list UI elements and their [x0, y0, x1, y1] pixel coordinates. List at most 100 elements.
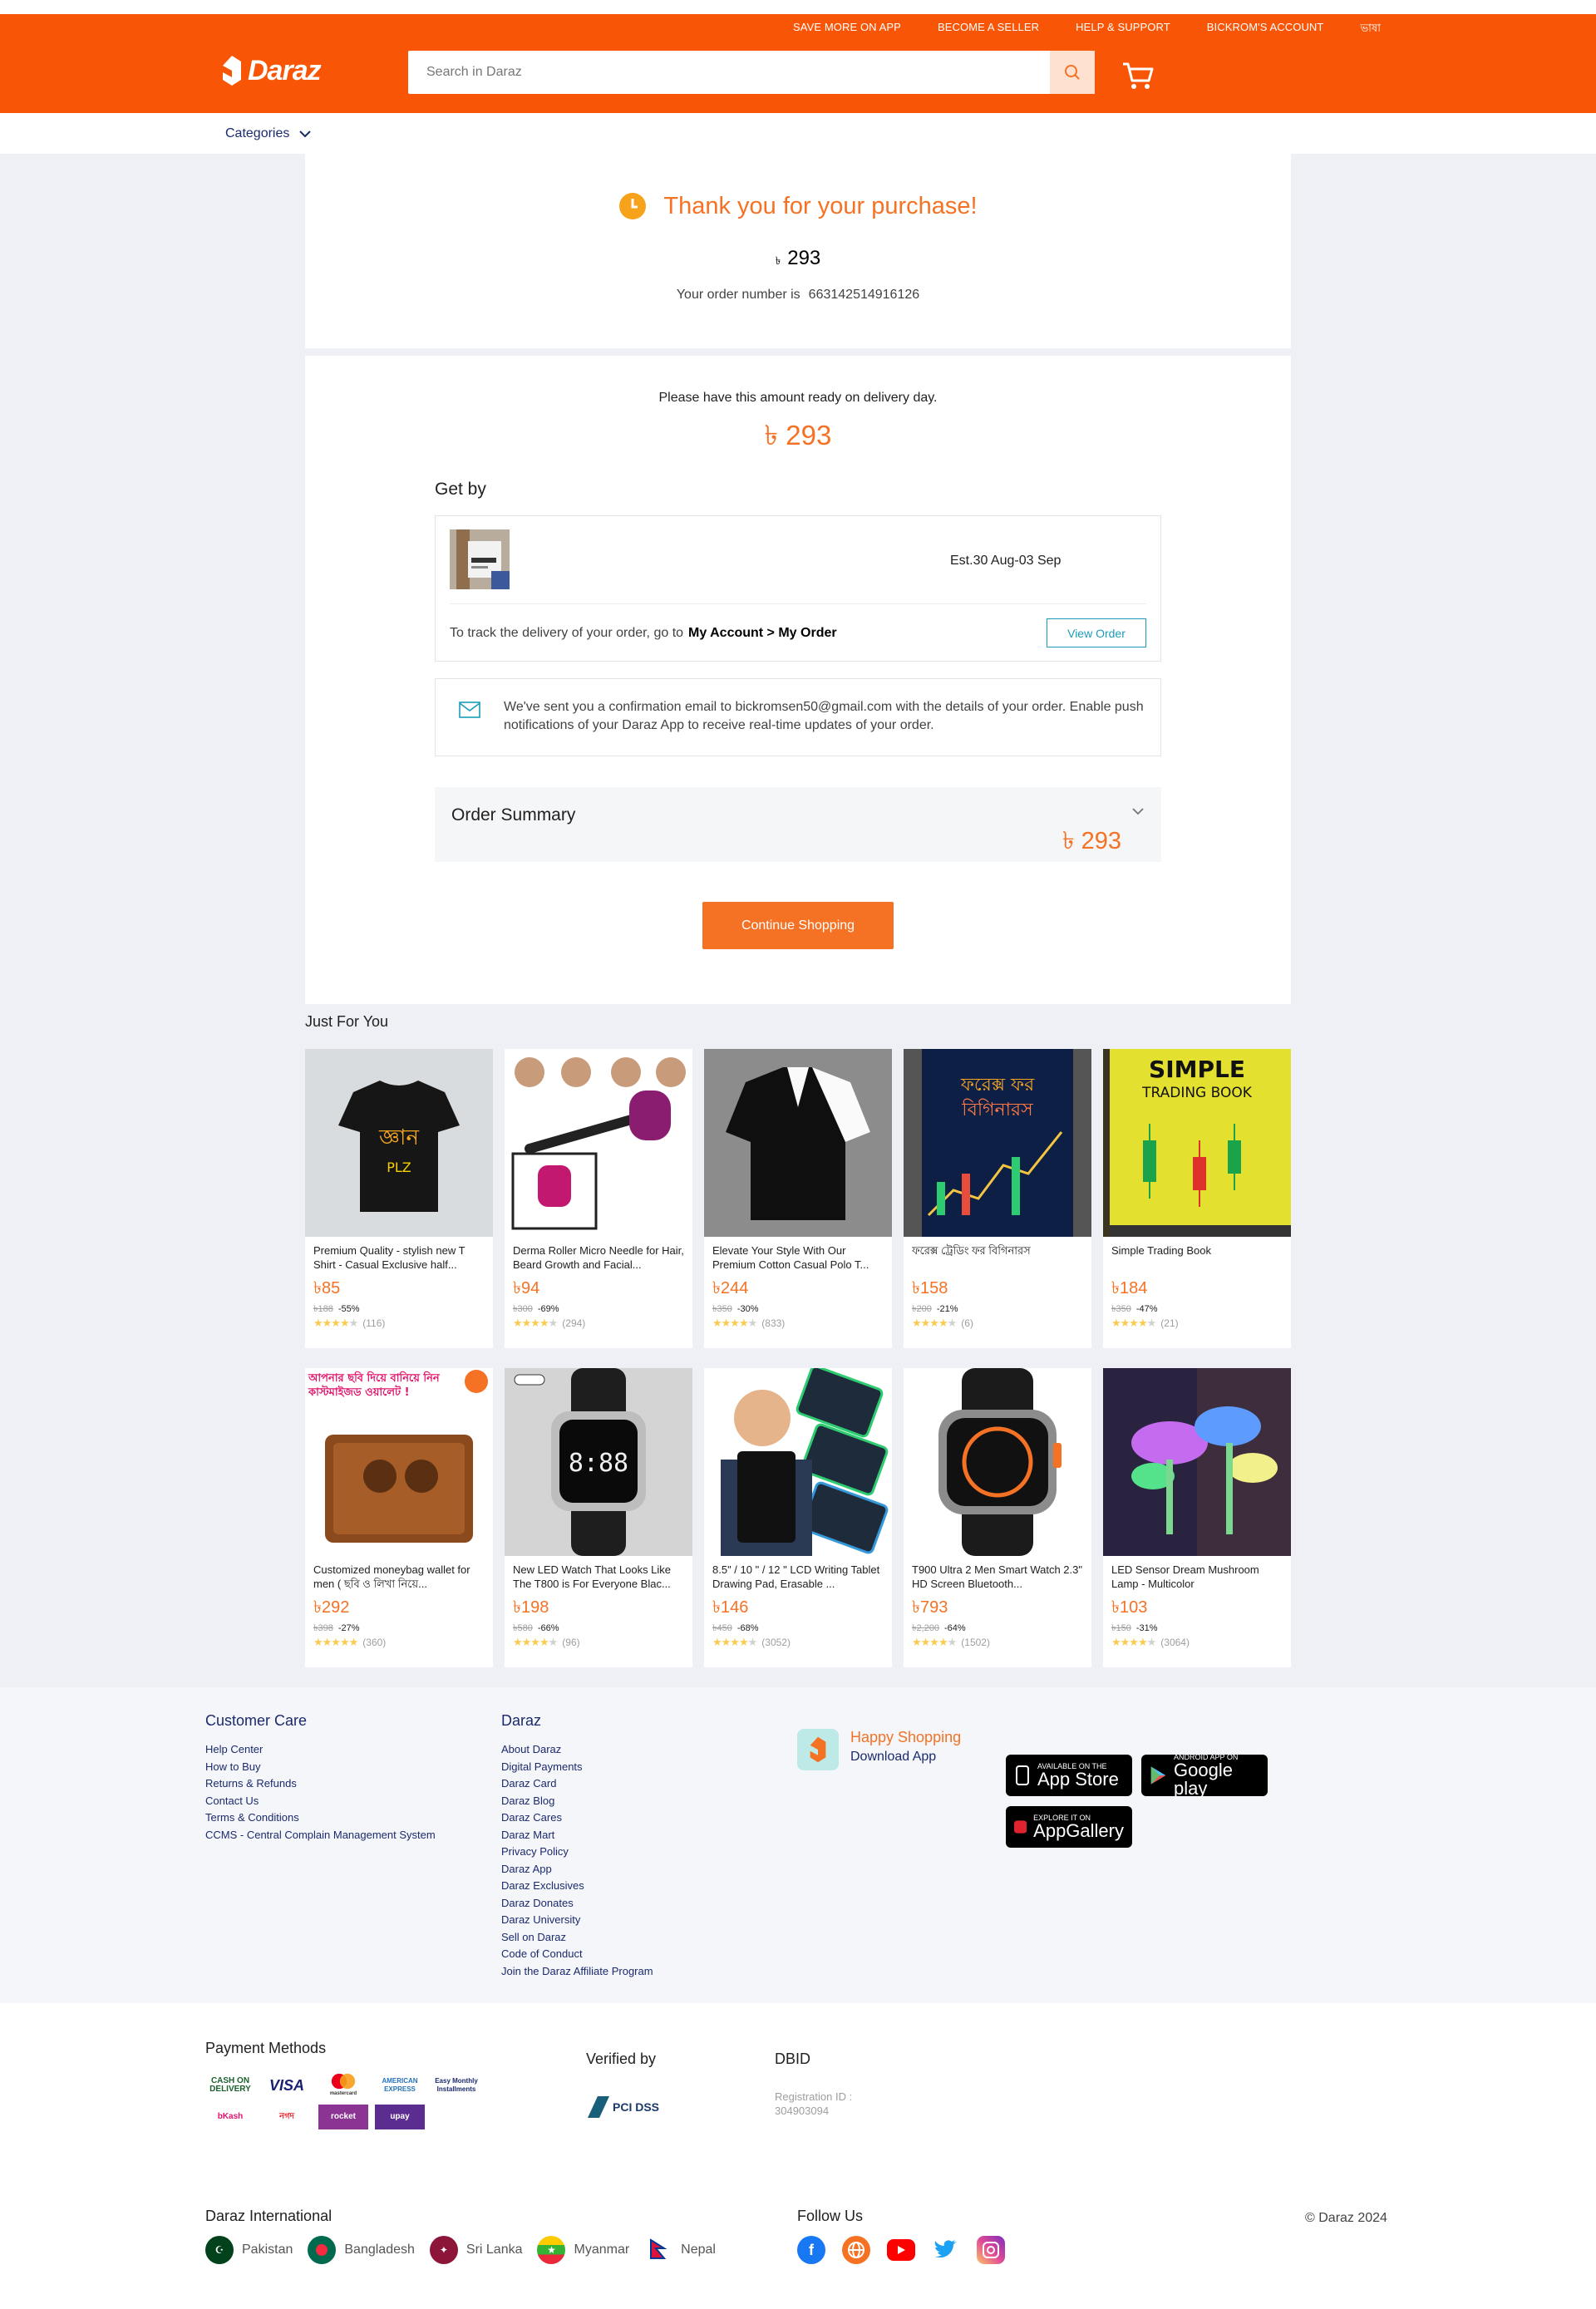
footer-link[interactable]: Privacy Policy — [501, 1844, 653, 1861]
wallet-banner-text: আপনার ছবি দিয়ে বানিয়ে নিন কাস্টমাইজড ও… — [308, 1372, 440, 1399]
categories-dropdown[interactable]: Categories — [225, 126, 312, 141]
product-image[interactable] — [505, 1049, 692, 1237]
footer-link[interactable]: Returns & Refunds — [205, 1775, 436, 1793]
product-card[interactable]: SIMPLE TRADING BOOK Simple Trading Book ৳… — [1103, 1049, 1291, 1348]
get-by-label: Get by — [435, 480, 486, 499]
customer-care-title: Customer Care — [205, 1712, 308, 1729]
product-card[interactable]: LED Sensor Dream Mushroom Lamp - Multico… — [1103, 1368, 1291, 1667]
product-name[interactable]: T900 Ultra 2 Men Smart Watch 2.3" HD Scr… — [912, 1563, 1083, 1591]
account-link[interactable]: BICKROM'S ACCOUNT — [1207, 21, 1324, 38]
footer-link[interactable]: Join the Daraz Affiliate Program — [501, 1963, 653, 1981]
product-card[interactable]: ফরেক্স ফর বিগিনারস ফরেক্স ট্রেডিং ফর বিগি… — [904, 1049, 1091, 1348]
youtube-icon[interactable] — [887, 2239, 915, 2261]
footer-link[interactable]: Daraz Blog — [501, 1793, 653, 1810]
twitter-icon[interactable] — [932, 2236, 960, 2264]
mastercard-label: mastercard — [329, 2091, 357, 2096]
logo-text: Daraz — [248, 54, 322, 86]
language-link[interactable]: ভাষা — [1360, 21, 1381, 38]
my-order-link[interactable]: My Account > My Order — [688, 626, 837, 640]
product-card[interactable]: Derma Roller Micro Needle for Hair, Bear… — [505, 1049, 692, 1348]
country-bangladesh[interactable]: Bangladesh — [308, 2236, 415, 2264]
footer-link[interactable]: Daraz App — [501, 1861, 653, 1878]
product-name[interactable]: LED Sensor Dream Mushroom Lamp - Multico… — [1111, 1563, 1283, 1591]
product-image[interactable]: SIMPLE TRADING BOOK — [1103, 1049, 1291, 1237]
daraz-logo[interactable]: Daraz — [221, 54, 322, 87]
google-play-label: Google play — [1174, 1760, 1233, 1799]
footer-link[interactable]: Daraz Mart — [501, 1827, 653, 1844]
product-image[interactable] — [704, 1368, 892, 1556]
product-image[interactable]: 8:88 — [505, 1368, 692, 1556]
product-name[interactable]: Premium Quality - stylish new T Shirt - … — [313, 1243, 485, 1272]
product-image[interactable] — [904, 1368, 1091, 1556]
email-notice: We've sent you a confirmation email to b… — [435, 678, 1161, 756]
footer-link[interactable]: Digital Payments — [501, 1759, 653, 1776]
product-card[interactable]: Elevate Your Style With Our Premium Cott… — [704, 1049, 892, 1348]
product-image[interactable]: ফরেক্স ফর বিগিনারস — [904, 1049, 1091, 1237]
product-image[interactable] — [704, 1049, 892, 1237]
mail-icon — [459, 702, 480, 718]
view-order-button[interactable]: View Order — [1047, 618, 1146, 647]
facebook-icon[interactable]: f — [797, 2236, 825, 2264]
footer-link[interactable]: CCMS - Central Complain Management Syste… — [205, 1827, 436, 1844]
top-links: SAVE MORE ON APP BECOME A SELLER HELP & … — [793, 21, 1417, 38]
happy-shopping-text: Happy Shopping — [850, 1729, 962, 1745]
original-price: ৳450 — [712, 1623, 732, 1633]
country-myanmar[interactable]: ★ Myanmar — [537, 2236, 629, 2264]
pci-label: PCI DSS — [613, 2100, 660, 2114]
help-support-link[interactable]: HELP & SUPPORT — [1076, 21, 1170, 38]
product-card[interactable]: 8:88 New LED Watch That Looks Like The T… — [505, 1368, 692, 1667]
footer-link[interactable]: Daraz Donates — [501, 1895, 653, 1913]
chevron-down-icon[interactable] — [1131, 807, 1145, 815]
footer-link[interactable]: Code of Conduct — [501, 1946, 653, 1963]
product-name[interactable]: Customized moneybag wallet for men ( ছবি… — [313, 1563, 485, 1591]
footer-link[interactable]: Daraz Cares — [501, 1809, 653, 1827]
order-summary[interactable]: Order Summary ৳ 293 — [435, 787, 1161, 862]
app-gallery-badge[interactable]: EXPLORE IT ON AppGallery — [1006, 1806, 1132, 1848]
become-seller-link[interactable]: BECOME A SELLER — [938, 21, 1039, 38]
app-store-label: App Store — [1037, 1769, 1119, 1790]
order-number-line: Your order number is 663142514916126 — [305, 288, 1291, 303]
product-image[interactable]: জ্ঞান PLZ — [305, 1049, 493, 1237]
product-price: ৳244 — [712, 1279, 749, 1297]
product-name[interactable]: Elevate Your Style With Our Premium Cott… — [712, 1243, 884, 1272]
product-old-price: ৳188 -55% — [313, 1302, 360, 1317]
product-name[interactable]: Simple Trading Book — [1111, 1243, 1283, 1272]
footer-link[interactable]: Help Center — [205, 1741, 436, 1759]
google-play-badge[interactable]: ANDROID APP ON Google play — [1141, 1753, 1268, 1799]
footer-link[interactable]: Terms & Conditions — [205, 1809, 436, 1827]
continue-shopping-button[interactable]: Continue Shopping — [702, 902, 894, 949]
country-srilanka[interactable]: ✦ Sri Lanka — [429, 2236, 522, 2264]
product-name[interactable]: New LED Watch That Looks Like The T800 i… — [513, 1563, 684, 1591]
product-card[interactable]: T900 Ultra 2 Men Smart Watch 2.3" HD Scr… — [904, 1368, 1091, 1667]
payment-logos: CASH ON DELIVERY VISA mastercard AMERICA… — [205, 2073, 530, 2129]
cart-icon[interactable] — [1121, 61, 1155, 91]
footer-link[interactable]: Daraz Exclusives — [501, 1878, 653, 1895]
footer-link[interactable]: How to Buy — [205, 1759, 436, 1776]
product-name[interactable]: ফরেক্স ট্রেডিং ফর বিগিনারস — [912, 1243, 1083, 1272]
footer-link[interactable]: Daraz University — [501, 1912, 653, 1929]
footer-link[interactable]: About Daraz — [501, 1741, 653, 1759]
app-store-badge[interactable]: Available on the App Store — [1006, 1755, 1132, 1796]
country-nepal[interactable]: Nepal — [644, 2236, 716, 2264]
product-card[interactable]: আপনার ছবি দিয়ে বানিয়ে নিন কাস্টমাইজড ও… — [305, 1368, 493, 1667]
product-name[interactable]: 8.5" / 10 " / 12 " LCD Writing Tablet Dr… — [712, 1563, 884, 1591]
app-gallery-label: AppGallery — [1033, 1820, 1124, 1841]
footer-link[interactable]: Daraz Card — [501, 1775, 653, 1793]
footer-link[interactable]: Contact Us — [205, 1793, 436, 1810]
visa-logo: VISA — [268, 2077, 304, 2094]
footer-link[interactable]: Sell on Daraz — [501, 1929, 653, 1947]
product-card[interactable]: 8.5" / 10 " / 12 " LCD Writing Tablet Dr… — [704, 1368, 892, 1667]
product-card[interactable]: জ্ঞান PLZ Premium Quality - stylish new T… — [305, 1049, 493, 1348]
product-image[interactable] — [1103, 1368, 1291, 1556]
country-pakistan[interactable]: ☪ Pakistan — [205, 2236, 293, 2264]
globe-icon[interactable] — [842, 2236, 870, 2264]
product-old-price: ৳450 -68% — [712, 1621, 759, 1637]
download-app[interactable]: Happy Shopping Download App — [797, 1729, 961, 1770]
save-more-link[interactable]: SAVE MORE ON APP — [793, 21, 901, 38]
product-image[interactable]: আপনার ছবি দিয়ে বানিয়ে নিন কাস্টমাইজড ও… — [305, 1368, 493, 1556]
search-input[interactable] — [408, 51, 1050, 94]
product-name[interactable]: Derma Roller Micro Needle for Hair, Bear… — [513, 1243, 684, 1272]
instagram-icon[interactable] — [977, 2236, 1005, 2264]
product-rating: ★★★★★ (360) — [313, 1636, 386, 1649]
search-button[interactable] — [1050, 51, 1095, 94]
